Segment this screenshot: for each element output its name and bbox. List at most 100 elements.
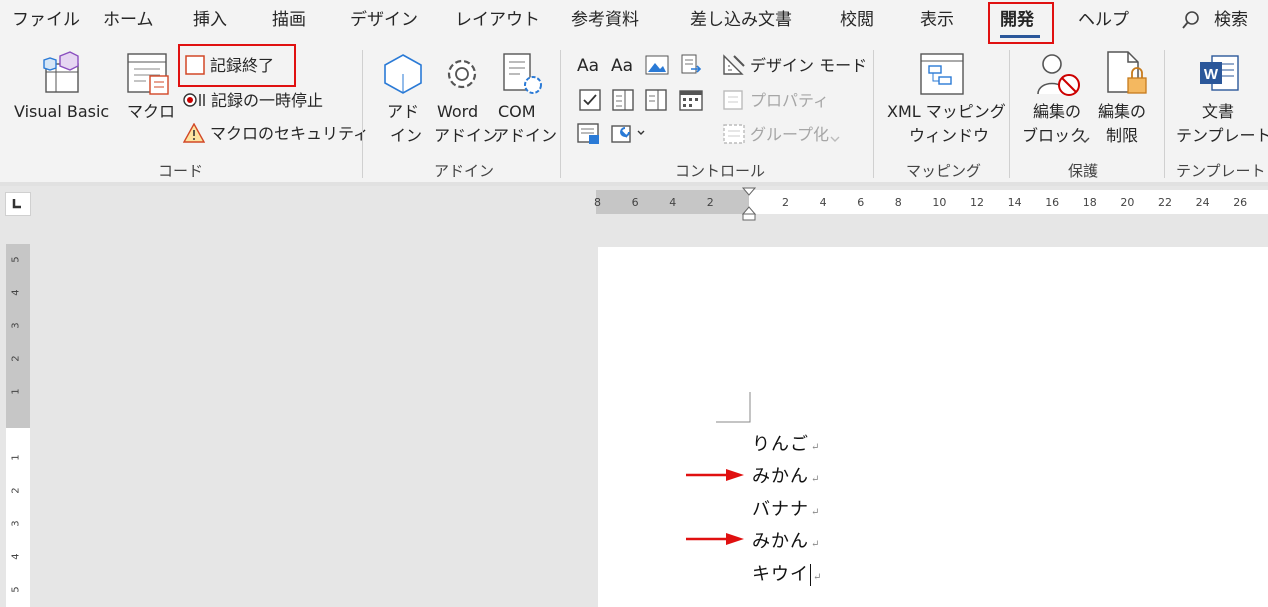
tab-file[interactable]: ファイル: [12, 6, 80, 34]
macro-label[interactable]: マクロ: [127, 100, 175, 123]
chevron-down-icon[interactable]: [1080, 129, 1090, 148]
document-line[interactable]: りんご ↵: [752, 430, 820, 456]
group-icon: [722, 123, 746, 149]
tab-selector-button[interactable]: [5, 192, 31, 216]
tab-references[interactable]: 参考資料: [571, 6, 639, 34]
rich-text-control-icon[interactable]: Aa: [577, 55, 599, 77]
tab-mailings[interactable]: 差し込み文書: [690, 6, 792, 34]
addin-icon[interactable]: [381, 52, 425, 100]
word-addin-label-2[interactable]: アドイン: [434, 124, 498, 147]
legacy-tools-icon[interactable]: [611, 123, 647, 149]
group-label-controls: コントロール: [675, 162, 766, 180]
restrict-editing-label-2[interactable]: 制限: [1106, 124, 1138, 147]
paragraph-mark: ↵: [811, 474, 821, 485]
tab-home[interactable]: ホーム: [103, 6, 154, 34]
picture-control-icon[interactable]: [645, 55, 669, 79]
plain-text-control-icon[interactable]: Aa: [611, 55, 633, 77]
paragraph-mark: ↵: [811, 442, 821, 453]
tab-review[interactable]: 校閲: [840, 6, 874, 34]
warning-icon[interactable]: [182, 122, 206, 147]
tab-layout[interactable]: レイアウト: [455, 6, 540, 34]
tab-insert[interactable]: 挿入: [193, 6, 227, 34]
group-label-code: コード: [158, 162, 204, 180]
date-picker-icon[interactable]: [679, 89, 703, 115]
building-block-icon[interactable]: [679, 53, 703, 81]
ruler-number: 4: [669, 196, 677, 209]
red-arrow-icon: [686, 469, 744, 481]
combo-box-icon[interactable]: [612, 89, 634, 115]
macro-icon[interactable]: [126, 52, 172, 100]
tab-draw[interactable]: 描画: [272, 6, 306, 34]
addin-label-1[interactable]: アド: [387, 100, 419, 123]
restrict-editing-label-1[interactable]: 編集の: [1098, 100, 1146, 123]
addin-label-2[interactable]: イン: [390, 124, 422, 147]
group-separator: [1164, 50, 1165, 178]
macro-security-label[interactable]: マクロのセキュリティ: [210, 123, 369, 145]
indent-marker-icon[interactable]: [742, 187, 756, 221]
restrict-editing-icon[interactable]: [1104, 50, 1150, 100]
ruler-number: 2: [10, 487, 22, 494]
paragraph-mark: ↵: [813, 572, 823, 583]
repeating-section-icon[interactable]: [577, 123, 601, 149]
group-separator: [362, 50, 363, 178]
document-template-label-1[interactable]: 文書: [1202, 100, 1234, 123]
ruler-number: 18: [1082, 196, 1097, 209]
paragraph-mark: ↵: [811, 539, 821, 550]
visual-basic-icon[interactable]: [42, 50, 88, 100]
ruler-number: 1: [10, 454, 22, 461]
gear-icon[interactable]: [440, 52, 484, 100]
block-authors-icon[interactable]: [1034, 50, 1084, 104]
pause-recording-label[interactable]: 記録の一時停止: [211, 90, 323, 112]
xml-mapping-label-2[interactable]: ウィンドウ: [909, 124, 989, 147]
tab-design[interactable]: デザイン: [350, 6, 418, 34]
horizontal-ruler[interactable]: 8 6 4 2 2 4 6 8 10 12 14 16 18 20 22 24 26: [594, 187, 1268, 221]
ruler-number: 22: [1158, 196, 1172, 209]
ruler-number: 24: [1195, 196, 1210, 209]
xml-mapping-label-1[interactable]: XML マッピング: [887, 100, 1006, 123]
tab-view[interactable]: 表示: [920, 6, 954, 34]
ruler-number: 2: [782, 196, 789, 209]
checkbox-control-icon[interactable]: [579, 89, 601, 115]
ruler-number: 6: [631, 196, 639, 209]
word-addin-label-1[interactable]: Word: [437, 100, 478, 123]
highlight-developer-tab: [988, 2, 1054, 44]
design-mode-icon[interactable]: [722, 54, 746, 80]
document-template-label-2[interactable]: テンプレート: [1176, 124, 1268, 147]
tab-help[interactable]: ヘルプ: [1078, 6, 1129, 34]
document-page[interactable]: [598, 247, 1268, 607]
ruler-margin-top: [6, 244, 30, 428]
search-icon[interactable]: [1180, 9, 1202, 35]
vertical-ruler[interactable]: 5 4 3 2 1 1 2 3 4 5: [6, 244, 30, 607]
ruler-number: 20: [1120, 196, 1135, 209]
ruler-number: 26: [1233, 196, 1248, 209]
ruler-number: 8: [594, 196, 601, 209]
group-separator: [560, 50, 561, 178]
document-line[interactable]: みかん ↵: [752, 527, 820, 553]
block-authors-label-1[interactable]: 編集の: [1033, 100, 1081, 123]
ruler-number: 4: [819, 196, 827, 209]
ruler-number: 5: [10, 256, 22, 263]
group-label-protect: 保護: [1068, 162, 1099, 180]
group-label-addin: アドイン: [434, 162, 495, 180]
ruler-number: 10: [932, 196, 947, 209]
ruler-number: 5: [10, 586, 22, 593]
com-addin-label-1[interactable]: COM: [498, 100, 536, 123]
ruler-number: 16: [1045, 196, 1060, 209]
com-addin-icon[interactable]: [500, 52, 544, 100]
block-authors-label-2[interactable]: ブロック: [1022, 124, 1086, 147]
document-line[interactable]: キウイ ↵: [752, 560, 822, 586]
document-line[interactable]: バナナ ↵: [752, 495, 820, 521]
design-mode-label[interactable]: デザイン モード: [750, 55, 867, 77]
ruler-number: 1: [10, 388, 22, 395]
highlight-stop-recording: [178, 44, 296, 87]
search-label[interactable]: 検索: [1214, 6, 1248, 34]
document-line[interactable]: みかん ↵: [752, 462, 820, 488]
ruler-number: 2: [706, 196, 714, 209]
com-addin-label-2[interactable]: アドイン: [493, 124, 557, 147]
xml-mapping-icon[interactable]: [919, 52, 965, 100]
dropdown-list-icon[interactable]: [645, 89, 667, 115]
word-document-template-icon[interactable]: W: [1198, 52, 1242, 100]
visual-basic-label[interactable]: Visual Basic: [14, 100, 109, 123]
paragraph-mark: ↵: [811, 507, 821, 518]
record-pause-icon[interactable]: [183, 91, 209, 113]
